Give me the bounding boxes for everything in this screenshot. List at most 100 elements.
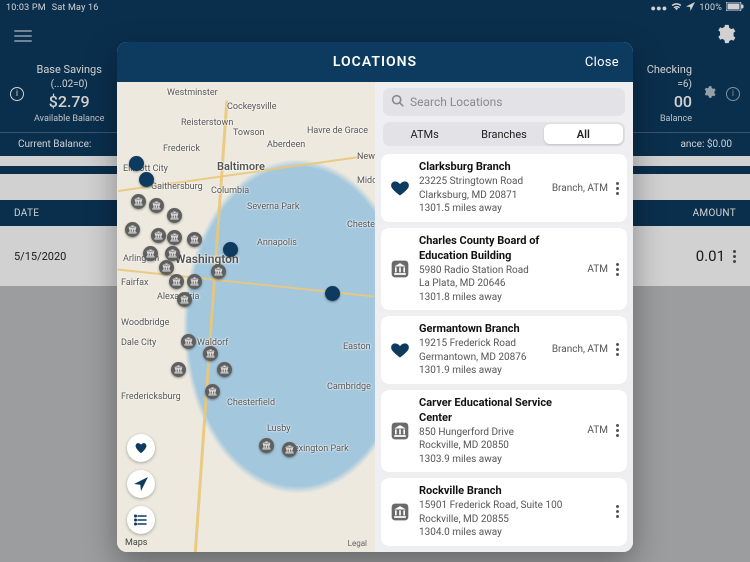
location-distance: 1301.9 miles away [419,364,544,378]
map-pin-bank[interactable]: 🏛 [169,274,184,289]
map-pin-bank[interactable]: 🏛 [181,334,196,349]
map-label: Severna Park [247,202,299,212]
more-icon[interactable] [616,263,619,276]
location-text: Rockville Branch15901 Frederick Road, Su… [419,484,600,539]
map-legal-link[interactable]: Legal [348,539,367,548]
map-label: Cambridge [327,382,371,392]
locations-list[interactable]: Clarksburg Branch23225 Stringtown RoadCl… [375,154,633,552]
map-pin-bank[interactable]: 🏛 [167,208,182,223]
location-card[interactable]: Rockville Branch15901 Frederick Road, Su… [381,478,627,546]
map-pin-bank[interactable]: 🏛 [167,230,182,245]
map-label: Middletown [357,176,375,186]
location-text: Clarksburg Branch23225 Stringtown RoadCl… [419,160,544,215]
location-text: Germantown Branch19215 Frederick RoadGer… [419,322,544,377]
map-pin-bank[interactable]: 🏛 [187,274,202,289]
bank-icon [389,258,411,280]
map-pin-bank[interactable]: 🏛 [205,384,220,399]
map-label: Havre de Grace [307,126,368,136]
map-pin-bank[interactable]: 🏛 [217,362,232,377]
location-addr1: 850 Hungerford Drive [419,426,579,440]
location-title: Carver Educational Service Center [419,396,579,426]
map-pin-bank[interactable]: 🏛 [171,362,186,377]
location-card[interactable]: Charles County Board of Education Buildi… [381,228,627,310]
locations-panel: Search Locations ATMs Branches All Clark… [375,82,633,552]
tab-branches[interactable]: Branches [464,124,543,144]
map-label: Columbia [211,186,249,196]
location-type: Branch, ATM [552,183,608,194]
location-card[interactable]: Carver Educational Service Center850 Hun… [381,390,627,472]
map-label: Gaithersburg [151,182,203,192]
search-input[interactable]: Search Locations [383,88,625,116]
location-type: ATM [587,425,608,436]
map-list-button[interactable] [127,506,155,534]
map-pin-bank[interactable]: 🏛 [151,228,166,243]
location-card[interactable]: Germantown Branch19215 Frederick RoadGer… [381,316,627,384]
more-icon[interactable] [616,182,619,195]
map-attribution: Maps [125,538,147,548]
location-addr1: 15901 Frederick Road, Suite 100 [419,499,600,513]
map-pin-bank[interactable]: 🏛 [143,246,158,261]
tab-atms[interactable]: ATMs [385,124,464,144]
bank-icon [389,420,411,442]
modal-header: LOCATIONS Close [117,42,633,82]
location-addr2: Clarksburg, MD 20871 [419,189,544,203]
map-favorites-button[interactable] [127,434,155,462]
map-pin-bank[interactable]: 🏛 [259,438,274,453]
close-button[interactable]: Close [585,42,619,82]
map-label: Newark [357,152,375,162]
location-distance: 1303.9 miles away [419,453,579,467]
map-pin-bank[interactable]: 🏛 [282,442,297,457]
location-card[interactable]: Clarksburg Branch23225 Stringtown RoadCl… [381,154,627,222]
map-label: Reisterstown [181,118,233,128]
map-label: Towson [233,128,265,138]
map-label: Aberdeen [267,140,305,150]
location-title: Clarksburg Branch [419,160,544,175]
map-pin-bank[interactable]: 🏛 [125,222,140,237]
map-pin-favorite[interactable] [223,242,238,257]
map[interactable]: Westminster Cockeysville Havre de Grace … [117,82,375,552]
heart-icon [389,177,411,199]
more-icon[interactable] [616,424,619,437]
locations-modal: LOCATIONS Close Westminster Cockeysville… [117,42,633,552]
map-pin-bank[interactable]: 🏛 [159,260,174,275]
location-type: Branch, ATM [552,344,608,355]
location-title: Charles County Board of Education Buildi… [419,234,579,264]
map-background [117,82,375,552]
map-pin-favorite[interactable] [139,172,154,187]
map-pin-bank[interactable]: 🏛 [177,292,192,307]
map-pin-bank[interactable]: 🏛 [149,198,164,213]
map-label: Fairfax [121,278,149,288]
location-addr2: Germantown, MD 20876 [419,351,544,365]
location-text: Charles County Board of Education Buildi… [419,234,579,304]
map-pin-bank[interactable]: 🏛 [165,246,180,261]
more-icon[interactable] [616,505,619,518]
map-locate-button[interactable] [127,470,155,498]
map-pin-bank[interactable]: 🏛 [203,346,218,361]
location-distance: 1301.5 miles away [419,202,544,216]
search-placeholder: Search Locations [410,95,502,109]
map-pin-bank[interactable]: 🏛 [131,194,146,209]
map-pin-favorite[interactable] [325,286,340,301]
location-type: ATM [587,264,608,275]
map-label: Chesterfield [227,398,275,408]
map-label: Chestertown [347,220,375,230]
location-title: Rockville Branch [419,484,600,499]
location-addr1: 23225 Stringtown Road [419,175,544,189]
modal-title: LOCATIONS [333,54,417,70]
location-text: Carver Educational Service Center850 Hun… [419,396,579,466]
location-addr2: La Plata, MD 20646 [419,277,579,291]
tab-all[interactable]: All [544,124,623,144]
location-addr1: 19215 Frederick Road [419,337,544,351]
map-label: Fredericksburg [121,392,181,402]
location-distance: 1304.0 miles away [419,526,600,540]
map-label: Dale City [121,338,156,348]
map-pin-favorite[interactable] [129,156,144,171]
map-label: Baltimore [217,160,265,173]
map-pin-bank[interactable]: 🏛 [211,264,226,279]
location-title: Germantown Branch [419,322,544,337]
location-addr2: Rockville, MD 20855 [419,513,600,527]
map-label: Westminster [167,88,218,98]
more-icon[interactable] [616,343,619,356]
map-pin-bank[interactable]: 🏛 [187,232,202,247]
map-label: Annapolis [257,238,297,248]
